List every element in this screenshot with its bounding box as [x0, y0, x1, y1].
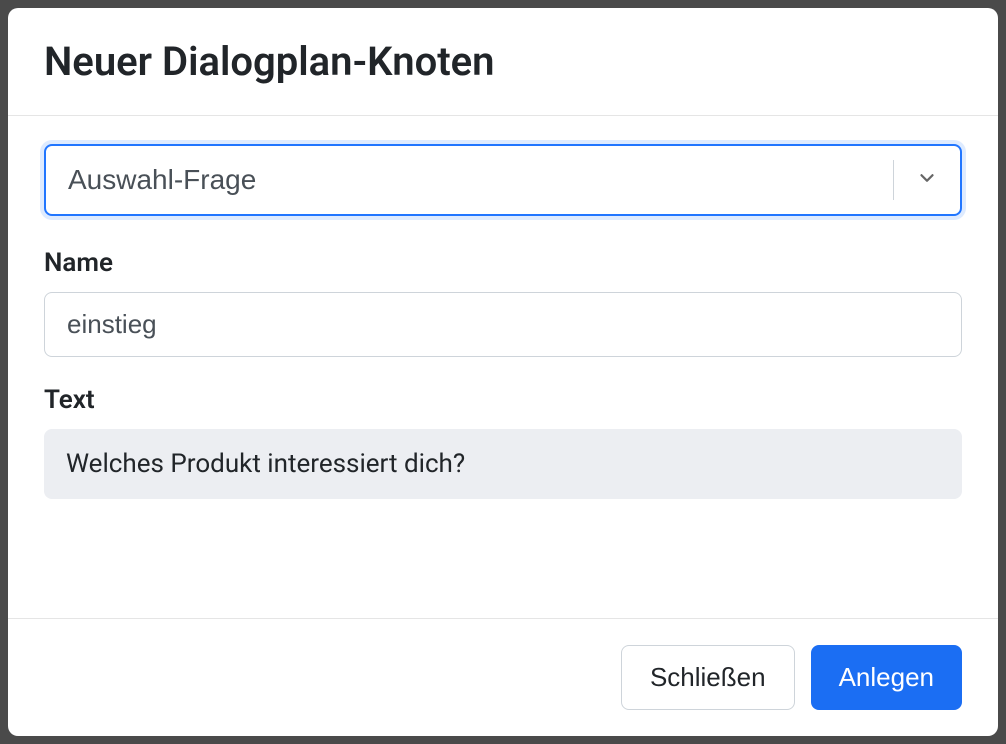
name-input[interactable]: [44, 292, 962, 357]
text-input[interactable]: Welches Produkt interessiert dich?: [44, 429, 962, 499]
node-type-select[interactable]: [44, 144, 962, 216]
text-label: Text: [44, 385, 962, 415]
modal-title: Neuer Dialogplan-Knoten: [44, 38, 962, 85]
close-button[interactable]: Schließen: [621, 645, 795, 710]
create-button[interactable]: Anlegen: [811, 645, 962, 710]
modal-new-dialog-node: Neuer Dialogplan-Knoten Name Text Welche…: [8, 8, 998, 736]
text-form-group: Text Welches Produkt interessiert dich?: [44, 385, 962, 499]
node-type-select-wrapper: [44, 144, 962, 216]
modal-body: Name Text Welches Produkt interessiert d…: [8, 116, 998, 618]
modal-header: Neuer Dialogplan-Knoten: [8, 8, 998, 116]
modal-footer: Schließen Anlegen: [8, 618, 998, 736]
name-label: Name: [44, 248, 962, 278]
name-form-group: Name: [44, 248, 962, 357]
